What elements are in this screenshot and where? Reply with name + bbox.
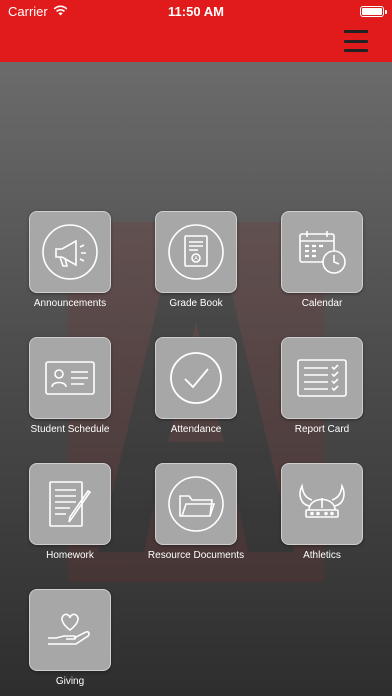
tile-student-schedule[interactable]: Student Schedule — [15, 337, 125, 435]
battery-icon — [360, 5, 387, 17]
tile-label: Attendance — [170, 424, 222, 435]
hamburger-icon[interactable] — [344, 30, 368, 52]
tile-label: Athletics — [303, 550, 341, 561]
tile-homework[interactable]: Homework — [15, 463, 125, 561]
checkmark-circle-icon — [170, 352, 222, 404]
tile-label: Announcements — [33, 298, 107, 309]
viking-helmet-icon — [299, 483, 345, 518]
tile-announcements[interactable]: Announcements — [15, 211, 125, 309]
folder-icon — [168, 476, 224, 532]
tile-resource-documents[interactable]: Resource Documents — [141, 463, 251, 561]
document-pencil-icon — [49, 481, 92, 527]
tile-label: Grade Book — [169, 298, 223, 309]
checklist-icon — [297, 359, 347, 397]
tile-label: Student Schedule — [30, 424, 110, 435]
tile-grade-book[interactable]: A Grade Book — [141, 211, 251, 309]
svg-text:A: A — [194, 256, 198, 262]
tile-label: Calendar — [301, 298, 343, 309]
carrier-label: Carrier — [8, 3, 48, 19]
megaphone-icon — [42, 224, 98, 280]
tile-calendar[interactable]: Calendar — [267, 211, 377, 309]
gradebook-icon: A — [168, 224, 224, 280]
main-content: Announcements A Grade Book Calendar Stud… — [0, 62, 392, 696]
tile-report-card[interactable]: Report Card — [267, 337, 377, 435]
id-card-icon — [45, 361, 95, 395]
tile-label: Resource Documents — [147, 550, 245, 561]
wifi-icon — [53, 4, 68, 19]
tile-label: Report Card — [294, 424, 350, 435]
tile-athletics[interactable]: Athletics — [267, 463, 377, 561]
tile-attendance[interactable]: Attendance — [141, 337, 251, 435]
status-bar: Carrier 11:50 AM — [0, 0, 392, 22]
tile-giving[interactable]: Giving — [15, 589, 125, 687]
app-header — [0, 22, 392, 62]
calendar-clock-icon — [299, 231, 346, 274]
heart-hand-icon — [48, 613, 90, 645]
tile-label: Homework — [46, 550, 94, 561]
tile-label: Giving — [55, 676, 85, 687]
